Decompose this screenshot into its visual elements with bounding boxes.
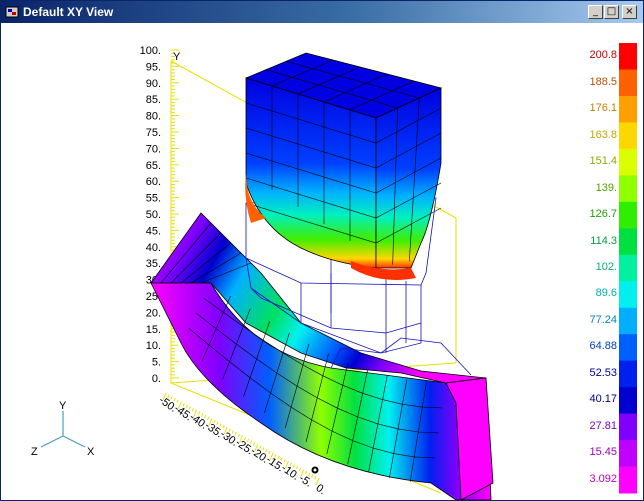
y-tick-label: 80. [146, 111, 161, 123]
legend-swatch [619, 360, 637, 388]
y-tick-label: 50. [146, 209, 161, 221]
legend-swatch [619, 95, 637, 123]
y-tick-label: 35. [146, 258, 161, 270]
maximize-button[interactable]: □ [604, 5, 619, 19]
legend-value: 151.4 [589, 155, 617, 168]
base-front-face [150, 282, 492, 500]
legend-swatch [619, 413, 637, 441]
top-block [244, 52, 443, 281]
legend-value: 40.17 [589, 393, 617, 406]
minimize-button[interactable]: _ [588, 5, 603, 19]
legend-swatch [619, 228, 637, 256]
y-tick-label: 55. [146, 193, 161, 205]
y-tick-label: 75. [146, 127, 161, 139]
legend-color-bar [619, 43, 637, 494]
legend-value: 15.45 [589, 446, 617, 459]
window-title: Default XY View [23, 5, 114, 19]
title-bar[interactable]: Default XY View _ □ × [1, 1, 643, 23]
legend-swatch [619, 334, 637, 362]
y-axis-label: Y [173, 51, 181, 63]
y-tick-label: 45. [146, 225, 161, 237]
triad-x-label: X [87, 446, 95, 458]
origin-marker [311, 466, 319, 474]
legend-value: 52.53 [589, 366, 617, 379]
viewer-window: Default XY View _ □ × 100. 95. 90. 85. 8… [0, 0, 644, 501]
x-tick [314, 476, 317, 480]
y-tick-label: 65. [146, 160, 161, 172]
legend-swatch [619, 69, 637, 97]
y-tick-label: 20. [146, 307, 161, 319]
y-tick-label: 0. [152, 373, 161, 385]
legend-value: 188.5 [589, 75, 617, 88]
legend-value: 200.8 [589, 49, 617, 62]
legend-swatch [619, 43, 637, 70]
y-tick-label: 100. [140, 45, 161, 57]
x-tick-label: 0. [314, 482, 328, 497]
y-tick-label: 60. [146, 176, 161, 188]
y-tick-label: 40. [146, 242, 161, 254]
legend-swatch [619, 201, 637, 229]
legend-value: 3.092 [589, 472, 617, 485]
legend-value: 102. [595, 261, 617, 273]
legend-swatch [619, 387, 637, 415]
y-tick-label: 95. [146, 61, 161, 73]
model-viewport[interactable]: 100. 95. 90. 85. 80. 75. 70. 65. 60. 55. 50. 45. 40.… [1, 23, 643, 500]
legend-swatch [619, 440, 637, 468]
y-tick-label: 90. [146, 78, 161, 90]
legend-swatch [619, 148, 637, 176]
legend-value: 89.6 [595, 287, 617, 300]
legend-value: 77.24 [589, 313, 617, 326]
legend-value: 64.88 [589, 340, 617, 353]
legend-value: 139. [595, 181, 617, 194]
legend-swatch [619, 175, 637, 203]
y-tick-label: 15. [146, 324, 161, 336]
legend-value: 126.7 [589, 208, 617, 221]
top-block-side-face [375, 87, 442, 269]
legend-swatch [619, 122, 637, 150]
x-tick [298, 467, 302, 471]
coordinate-triad: Y X Z [31, 400, 95, 458]
legend-swatch [619, 466, 637, 494]
triad-z-label: Z [31, 446, 38, 458]
legend-value: 176.1 [589, 102, 617, 115]
y-axis-tick-labels: 100. 95. 90. 85. 80. 75. 70. 65. 60. 55. 50. 45. 40.… [140, 45, 161, 385]
y-tick-label: 10. [146, 340, 161, 352]
legend-value: 27.81 [589, 419, 617, 432]
legend-swatch [619, 281, 637, 309]
legend-labels: 200.8 188.5 176.1 163.8 151.4 139. 126.7 114.3 1… [575, 23, 617, 493]
legend-swatch [619, 254, 637, 282]
y-tick-label: 70. [146, 143, 161, 155]
triad-y-label: Y [59, 400, 67, 412]
y-tick-label: 5. [152, 357, 161, 369]
legend-value: 114.3 [590, 234, 617, 247]
legend-swatch [619, 307, 637, 335]
close-button[interactable]: × [622, 5, 637, 19]
legend-value: 163.8 [589, 128, 617, 141]
y-tick-label: 85. [146, 94, 161, 106]
view-icon [5, 6, 19, 18]
